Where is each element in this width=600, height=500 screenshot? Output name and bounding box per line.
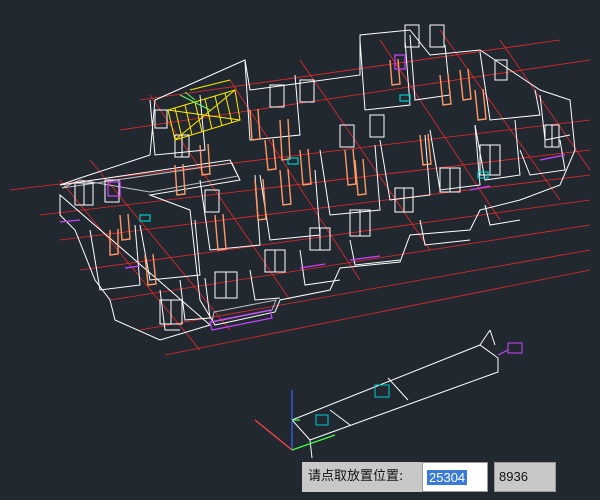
dynamic-input-bar: 请点取放置位置: 25304 8936 bbox=[302, 462, 556, 492]
ucs-axis-icon bbox=[254, 390, 336, 451]
doors bbox=[109, 58, 487, 286]
cad-model-viewport[interactable] bbox=[0, 0, 600, 500]
x-coordinate-value: 25304 bbox=[427, 469, 468, 485]
command-prompt: 请点取放置位置: bbox=[302, 462, 422, 492]
y-coordinate-input[interactable]: 8936 bbox=[494, 462, 556, 492]
furniture bbox=[59, 54, 566, 331]
axis-grid bbox=[9, 29, 591, 356]
preview-entity[interactable] bbox=[291, 329, 523, 459]
x-coordinate-input[interactable]: 25304 bbox=[422, 462, 488, 492]
building-walls bbox=[59, 29, 576, 341]
